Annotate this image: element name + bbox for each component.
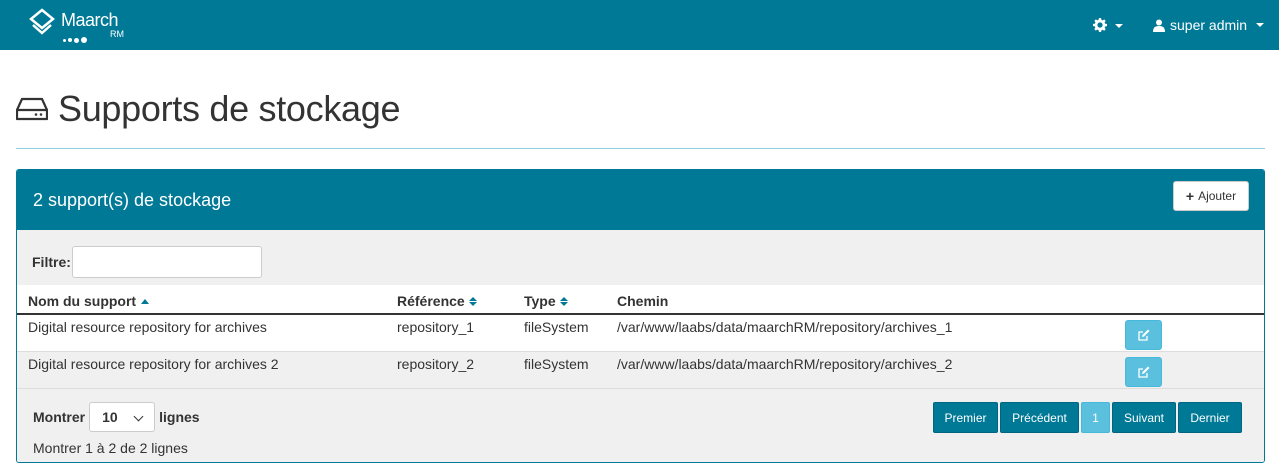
column-header-label: Référence — [397, 293, 465, 309]
sort-ascending-icon — [141, 298, 150, 304]
sort-icon — [468, 296, 477, 306]
cell-path: /var/www/laabs/data/maarchRM/repository/… — [617, 319, 953, 335]
edit-icon — [1137, 366, 1149, 378]
brand-dots — [63, 31, 89, 44]
cell-name: Digital resource repository for archives — [28, 319, 267, 335]
chevron-down-icon — [1256, 23, 1265, 27]
chevron-down-icon — [1115, 24, 1123, 28]
cell-reference: repository_1 — [397, 319, 475, 335]
brand-logo[interactable]: Maarch RM — [29, 8, 129, 44]
cell-name: Digital resource repository for archives… — [28, 356, 279, 372]
panel-title: 2 support(s) de stockage — [33, 190, 232, 210]
cell-path: /var/www/laabs/data/maarchRM/repository/… — [617, 356, 953, 372]
page-length-value: 10 — [102, 409, 118, 425]
edit-button[interactable] — [1125, 320, 1162, 350]
user-name: super admin — [1170, 17, 1248, 33]
maarch-logo-icon — [29, 8, 55, 35]
pagination-next[interactable]: Suivant — [1112, 402, 1176, 433]
length-label-before: Montrer — [33, 409, 86, 425]
filter-group: Filtre: — [32, 246, 262, 278]
edit-icon — [1137, 329, 1149, 341]
pagination-page-1[interactable]: 1 — [1081, 402, 1110, 433]
brand-subtitle: RM — [110, 29, 124, 39]
page-title: Supports de stockage — [16, 88, 401, 130]
storage-panel: 2 support(s) de stockage + Ajouter Filtr… — [16, 169, 1265, 463]
table-header: Nom du support Référence Type Chemin — [17, 285, 1264, 315]
column-header-label: Type — [524, 293, 556, 309]
column-header-name[interactable]: Nom du support — [28, 293, 150, 309]
panel-body: Filtre: Nom du support Référence Type Ch… — [17, 230, 1264, 462]
title-divider — [16, 148, 1265, 149]
column-header-path: Chemin — [617, 293, 668, 309]
table-info: Montrer 1 à 2 de 2 lignes — [33, 440, 188, 456]
user-icon — [1153, 19, 1165, 32]
settings-menu-toggle[interactable] — [1093, 16, 1125, 34]
page-length-control: Montrer 10 lignes — [33, 402, 200, 432]
page-heading: Supports de stockage — [58, 88, 401, 129]
gear-icon — [1093, 18, 1107, 32]
chevron-down-icon — [133, 411, 144, 422]
cell-reference: repository_2 — [397, 356, 475, 372]
sort-icon — [559, 296, 568, 306]
column-header-reference[interactable]: Référence — [397, 293, 477, 309]
user-menu-toggle[interactable]: super admin — [1153, 15, 1265, 35]
top-navbar: Maarch RM super admin — [0, 0, 1279, 50]
page-length-select[interactable]: 10 — [89, 402, 156, 432]
column-header-label: Nom du support — [28, 293, 137, 309]
table-row[interactable]: Digital resource repository for archives… — [17, 352, 1264, 389]
brand-name: Maarch — [61, 10, 119, 30]
pagination: Premier Précédent 1 Suivant Dernier — [933, 402, 1244, 433]
add-button[interactable]: + Ajouter — [1173, 181, 1249, 211]
cell-type: fileSystem — [524, 319, 589, 335]
plus-icon: + — [1185, 188, 1195, 204]
add-button-label: Ajouter — [1198, 189, 1237, 203]
length-label-after: lignes — [159, 409, 200, 425]
edit-button[interactable] — [1125, 357, 1162, 387]
pagination-last[interactable]: Dernier — [1178, 402, 1242, 433]
table-row[interactable]: Digital resource repository for archives… — [17, 315, 1264, 352]
storage-table: Nom du support Référence Type Chemin Dig… — [17, 285, 1264, 389]
column-header-label: Chemin — [617, 293, 669, 309]
column-header-type[interactable]: Type — [524, 293, 568, 309]
pagination-previous[interactable]: Précédent — [1000, 402, 1079, 433]
filter-label: Filtre: — [32, 254, 71, 270]
pagination-first[interactable]: Premier — [933, 402, 998, 433]
filter-input[interactable] — [71, 246, 262, 278]
hdd-icon — [16, 97, 48, 121]
cell-type: fileSystem — [524, 356, 589, 372]
panel-heading: 2 support(s) de stockage + Ajouter — [17, 170, 1264, 230]
